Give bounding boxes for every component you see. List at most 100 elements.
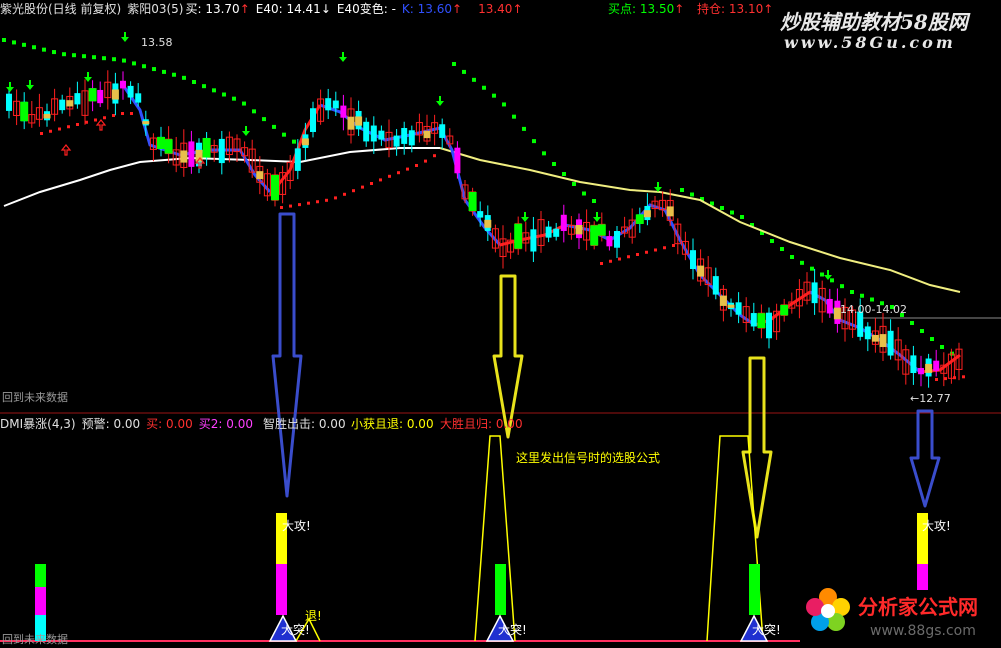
trend-dot [212,88,216,93]
support-dot [935,378,938,381]
buy-arrow-icon [60,144,72,156]
support-dot [672,244,675,247]
support-dot [645,250,648,254]
sell-arrow-icon [121,32,129,42]
candle-body [826,298,833,314]
indicator-name[interactable]: 紫阳03(5) [127,2,183,16]
candle-body [310,108,316,132]
trend-dot [92,55,96,60]
hold-value: 持仓: 13.10↑ [697,2,774,16]
trend-dot [22,42,26,47]
support-dot [415,164,418,167]
candle-body [712,276,719,295]
candle-highlight [727,304,735,308]
candle-highlight [88,88,97,102]
trend-dot [562,172,566,176]
signal-bar [495,564,506,615]
support-dot [600,262,603,265]
lower-header: DMI暴涨(4,3) 预警: 0.00 买: 0.00 买2: 0.00 [0,417,259,431]
support-dot [289,204,292,208]
candle-highlight [719,295,727,306]
signal-bar [276,564,287,615]
trend-dot [52,50,56,55]
trend-dot [62,52,66,57]
trend-dot [472,77,476,82]
trend-dot [850,290,854,294]
support-dot [370,182,373,185]
support-dot [627,255,630,259]
candle-body [393,135,400,147]
support-dot [130,112,133,115]
candle-highlight [66,100,74,107]
candle-highlight [666,206,674,217]
trend-dot [232,96,236,101]
trend-dot [680,188,684,192]
trend-dot [262,117,266,122]
support-dot [609,259,612,263]
wait-label: 大突! [281,623,310,637]
annotation-text: 这里发出信号时的选股公式 [516,451,661,465]
buy-arrow: ↑ [239,2,250,16]
trend-dot [532,139,536,144]
candle-body [363,121,370,142]
flower-logo-icon [803,585,853,635]
support-dot [636,253,639,256]
candle-body [887,330,894,356]
short-ma-line [123,87,272,193]
upper-note: 回到未来数据 [2,391,68,404]
trend-dot [42,47,46,52]
trend-dot [870,297,874,302]
candle-highlight [164,139,173,154]
support-dot [67,125,70,129]
candle-highlight [301,138,309,146]
candle-body [218,138,225,164]
signal-arrow-icon [909,409,941,508]
candle-body [735,302,742,315]
candle-body [340,105,347,118]
candle-body [545,226,552,238]
header-bar: 紫光股份(日线 前复权) 紫阳03(5) 买: 13.70↑ E40: 14.41↓ E… [0,2,529,16]
trend-dot [552,162,556,166]
support-dot [379,178,382,182]
candle-body [553,228,560,237]
trend-dot [810,266,814,271]
candle-highlight [697,265,705,277]
trend-dot [830,278,834,283]
trend-dot [192,80,196,84]
signal-bar [749,564,760,615]
chart-canvas[interactable] [0,0,1001,648]
watermark-title: 炒股辅助教材58股网 [780,10,968,34]
dmi-name[interactable]: DMI暴涨(4,3) [0,417,76,431]
sell-arrow-icon [593,212,601,222]
candle-highlight [423,130,431,139]
candle-body [560,214,567,231]
candle-highlight [271,174,279,201]
trend-dot [12,40,16,45]
candle-highlight [202,137,211,158]
trend-dot [770,239,774,243]
signal-arrow-icon [271,212,303,498]
stock-title[interactable]: 紫光股份(日线 前复权) [0,2,121,16]
candle-highlight [20,101,29,122]
big-value: 大胜且归: 0.00 [440,417,523,431]
k-arrow: ↑ [452,2,463,16]
candle-highlight [355,116,363,126]
sell-arrow-icon [339,52,347,62]
candle-highlight [468,191,477,212]
support-dot [397,171,400,175]
candle-highlight [780,304,789,316]
support-dot [352,189,355,193]
support-dot [121,112,124,115]
support-dot [361,185,364,189]
buy-point-value: 买点: 13.50↑ [608,2,685,16]
signal-bar [35,564,46,587]
buy-value: 买: 13.70 [185,2,240,16]
candle-body [918,368,924,375]
support-dot [334,196,337,200]
trend-dot [840,284,844,289]
trend-dot [182,75,186,80]
lower-buy-value: 买: 0.00 [146,417,193,431]
candle-body [614,231,620,248]
trend-dot [32,45,36,50]
trend-dot [202,84,206,89]
